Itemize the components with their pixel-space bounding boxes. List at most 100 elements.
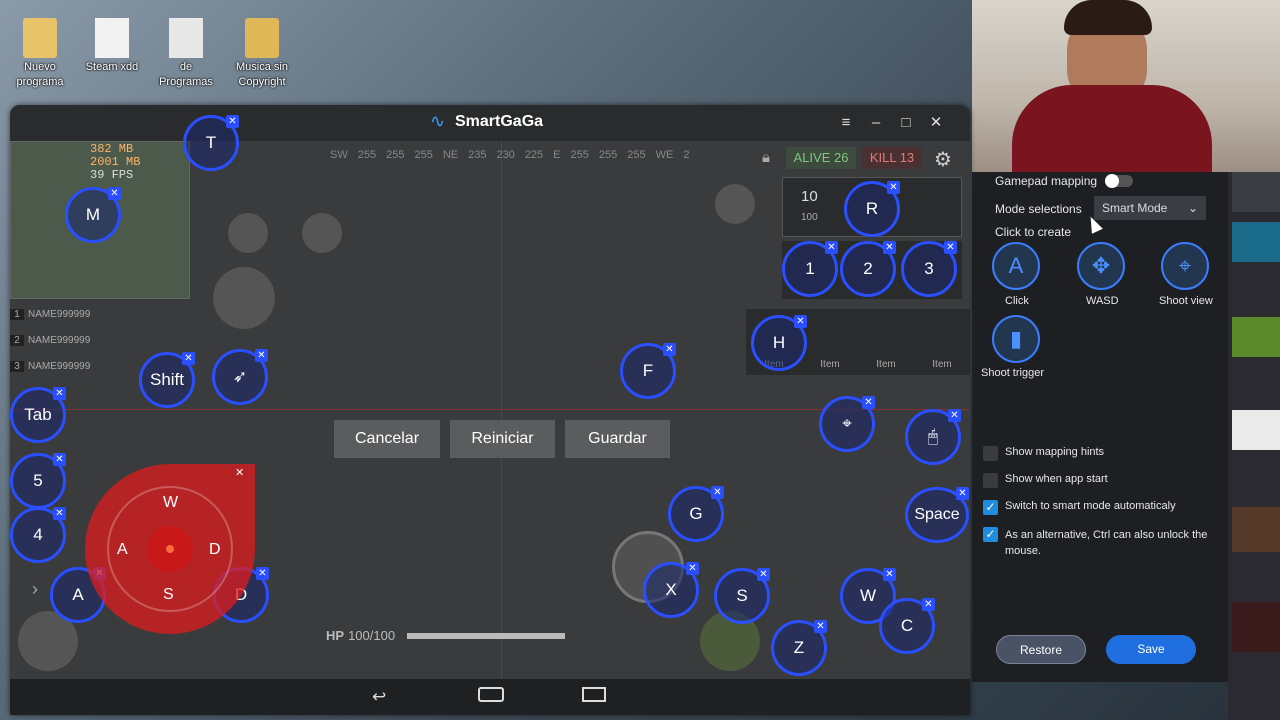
key-shift[interactable]: Shift ✕ xyxy=(139,352,195,408)
strip-tile xyxy=(1232,602,1280,652)
compass-label: NE xyxy=(442,149,459,161)
dpad-right-label: D xyxy=(209,541,221,558)
key-F[interactable]: F ✕ xyxy=(620,343,676,399)
key-R[interactable]: R ✕ xyxy=(844,181,900,237)
key-label: Shift xyxy=(149,370,185,389)
remove-key-icon[interactable]: ✕ xyxy=(53,387,66,400)
option-label: Switch to smart mode automaticaly xyxy=(1005,500,1176,512)
remove-key-icon[interactable]: ✕ xyxy=(944,241,957,254)
window-title: SmartGaGa xyxy=(455,113,544,130)
save-layout-button[interactable]: Guardar xyxy=(565,420,670,458)
key-S-right[interactable]: S ✕ xyxy=(714,568,770,624)
key-label: G xyxy=(689,504,703,523)
gamepad-mapping-toggle[interactable] xyxy=(1105,174,1133,188)
key-G[interactable]: G ✕ xyxy=(668,486,724,542)
show-mapping-hints-checkbox[interactable] xyxy=(983,446,998,461)
remove-dpad-icon[interactable]: ✕ xyxy=(235,466,244,479)
remove-key-icon[interactable]: ✕ xyxy=(663,343,676,356)
person-hair xyxy=(1064,0,1152,35)
key-C[interactable]: C ✕ xyxy=(879,598,935,654)
dpad-left-label: A xyxy=(117,541,128,558)
recents-icon[interactable] xyxy=(582,687,606,702)
key-label: M xyxy=(85,205,101,224)
compass-label: 255 xyxy=(598,149,618,161)
desktop-icon-label: Steam xdd xyxy=(85,61,139,73)
minimize-button[interactable]: – xyxy=(866,113,886,133)
wasd-tool-icon[interactable]: ✥ xyxy=(1077,242,1125,290)
lock-icon: 🔒︎ xyxy=(762,149,770,166)
restore-button[interactable]: Restore xyxy=(996,635,1086,664)
reset-button[interactable]: Reiniciar xyxy=(450,420,555,458)
remove-key-icon[interactable]: ✕ xyxy=(948,409,961,422)
remove-key-icon[interactable]: ✕ xyxy=(956,487,969,500)
key-label: A xyxy=(72,585,84,604)
close-button[interactable]: ✕ xyxy=(926,113,946,133)
save-button[interactable]: Save xyxy=(1106,635,1196,664)
remove-key-icon[interactable]: ✕ xyxy=(922,598,935,611)
compass-label: 255 xyxy=(357,149,377,161)
home-icon[interactable] xyxy=(478,687,504,702)
remove-key-icon[interactable]: ✕ xyxy=(883,568,896,581)
shoot-trigger-tool-icon[interactable]: ▮ xyxy=(992,315,1040,363)
bullet-key[interactable]: ➶ ✕ xyxy=(212,349,268,405)
remove-key-icon[interactable]: ✕ xyxy=(862,396,875,409)
show-on-start-checkbox[interactable] xyxy=(983,473,998,488)
ctrl-unlock-checkbox[interactable]: ✓ xyxy=(983,527,998,542)
desktop-icon-new-program[interactable]: Nuevo programa xyxy=(0,18,80,90)
back-icon[interactable]: ↩ xyxy=(372,687,386,707)
remove-key-icon[interactable]: ✕ xyxy=(794,315,807,328)
chevron-down-icon: ⌄ xyxy=(1187,201,1198,215)
game-view[interactable]: 382 MB 2001 MB 39 FPS SW 255 255 255 NE … xyxy=(10,115,970,679)
maximize-button[interactable]: □ xyxy=(896,113,916,133)
player-number: 1 xyxy=(10,308,24,320)
remove-key-icon[interactable]: ✕ xyxy=(686,562,699,575)
arrow-right-icon[interactable]: › xyxy=(32,579,38,600)
remove-key-icon[interactable]: ✕ xyxy=(757,568,770,581)
key-label: H xyxy=(772,333,786,352)
remove-key-icon[interactable]: ✕ xyxy=(883,241,896,254)
wasd-tool-label: WASD xyxy=(1086,295,1119,307)
key-H[interactable]: H ✕ xyxy=(751,315,807,371)
key-tab[interactable]: Tab ✕ xyxy=(10,387,66,443)
key-Z[interactable]: Z ✕ xyxy=(771,620,827,676)
click-tool-icon[interactable]: A xyxy=(992,242,1040,290)
title-bar[interactable]: ∿ SmartGaGa ≡ – □ ✕ xyxy=(10,105,970,141)
key-X[interactable]: X ✕ xyxy=(643,562,699,618)
shoot-view-key[interactable]: ⌖ ✕ xyxy=(819,396,875,452)
remove-key-icon[interactable]: ✕ xyxy=(825,241,838,254)
desktop-icon-steam[interactable]: Steam xdd xyxy=(72,18,152,75)
kill-badge: KILL 13 xyxy=(862,147,922,169)
key-T[interactable]: T ✕ xyxy=(183,115,239,171)
desktop-icon-music[interactable]: Musica sin Copyright xyxy=(222,18,302,90)
key-M[interactable]: M ✕ xyxy=(65,187,121,243)
key-space[interactable]: Space ✕ xyxy=(905,487,969,543)
key-5[interactable]: 5 ✕ xyxy=(10,453,66,509)
remove-key-icon[interactable]: ✕ xyxy=(53,453,66,466)
remove-key-icon[interactable]: ✕ xyxy=(53,507,66,520)
settings-gear-icon[interactable]: ⚙ xyxy=(934,147,952,172)
mouse-key[interactable]: 🖱︎ ✕ xyxy=(905,409,961,465)
remove-key-icon[interactable]: ✕ xyxy=(887,181,900,194)
mouse-icon: 🖱︎ xyxy=(927,427,939,446)
strip-tile xyxy=(1232,317,1280,357)
remove-key-icon[interactable]: ✕ xyxy=(711,486,724,499)
key-label: Z xyxy=(793,638,805,657)
key-2[interactable]: 2 ✕ xyxy=(840,241,896,297)
cancel-button[interactable]: Cancelar xyxy=(334,420,440,458)
key-4[interactable]: 4 ✕ xyxy=(10,507,66,563)
menu-button[interactable]: ≡ xyxy=(836,113,856,133)
remove-key-icon[interactable]: ✕ xyxy=(256,567,269,580)
remove-key-icon[interactable]: ✕ xyxy=(226,115,239,128)
smart-mode-checkbox[interactable]: ✓ xyxy=(983,500,998,515)
wasd-dpad[interactable]: W A D S ✕ xyxy=(85,464,255,634)
key-3[interactable]: 3 ✕ xyxy=(901,241,957,297)
remove-key-icon[interactable]: ✕ xyxy=(182,352,195,365)
remove-key-icon[interactable]: ✕ xyxy=(814,620,827,633)
desktop-icon-programs[interactable]: de Programas xyxy=(146,18,226,90)
remove-key-icon[interactable]: ✕ xyxy=(108,187,121,200)
remove-key-icon[interactable]: ✕ xyxy=(255,349,268,362)
key-1[interactable]: 1 ✕ xyxy=(782,241,838,297)
mode-select[interactable]: Smart Mode ⌄ xyxy=(1094,196,1206,220)
strip-tile xyxy=(1232,410,1280,450)
shoot-view-tool-icon[interactable]: ⌖ xyxy=(1161,242,1209,290)
